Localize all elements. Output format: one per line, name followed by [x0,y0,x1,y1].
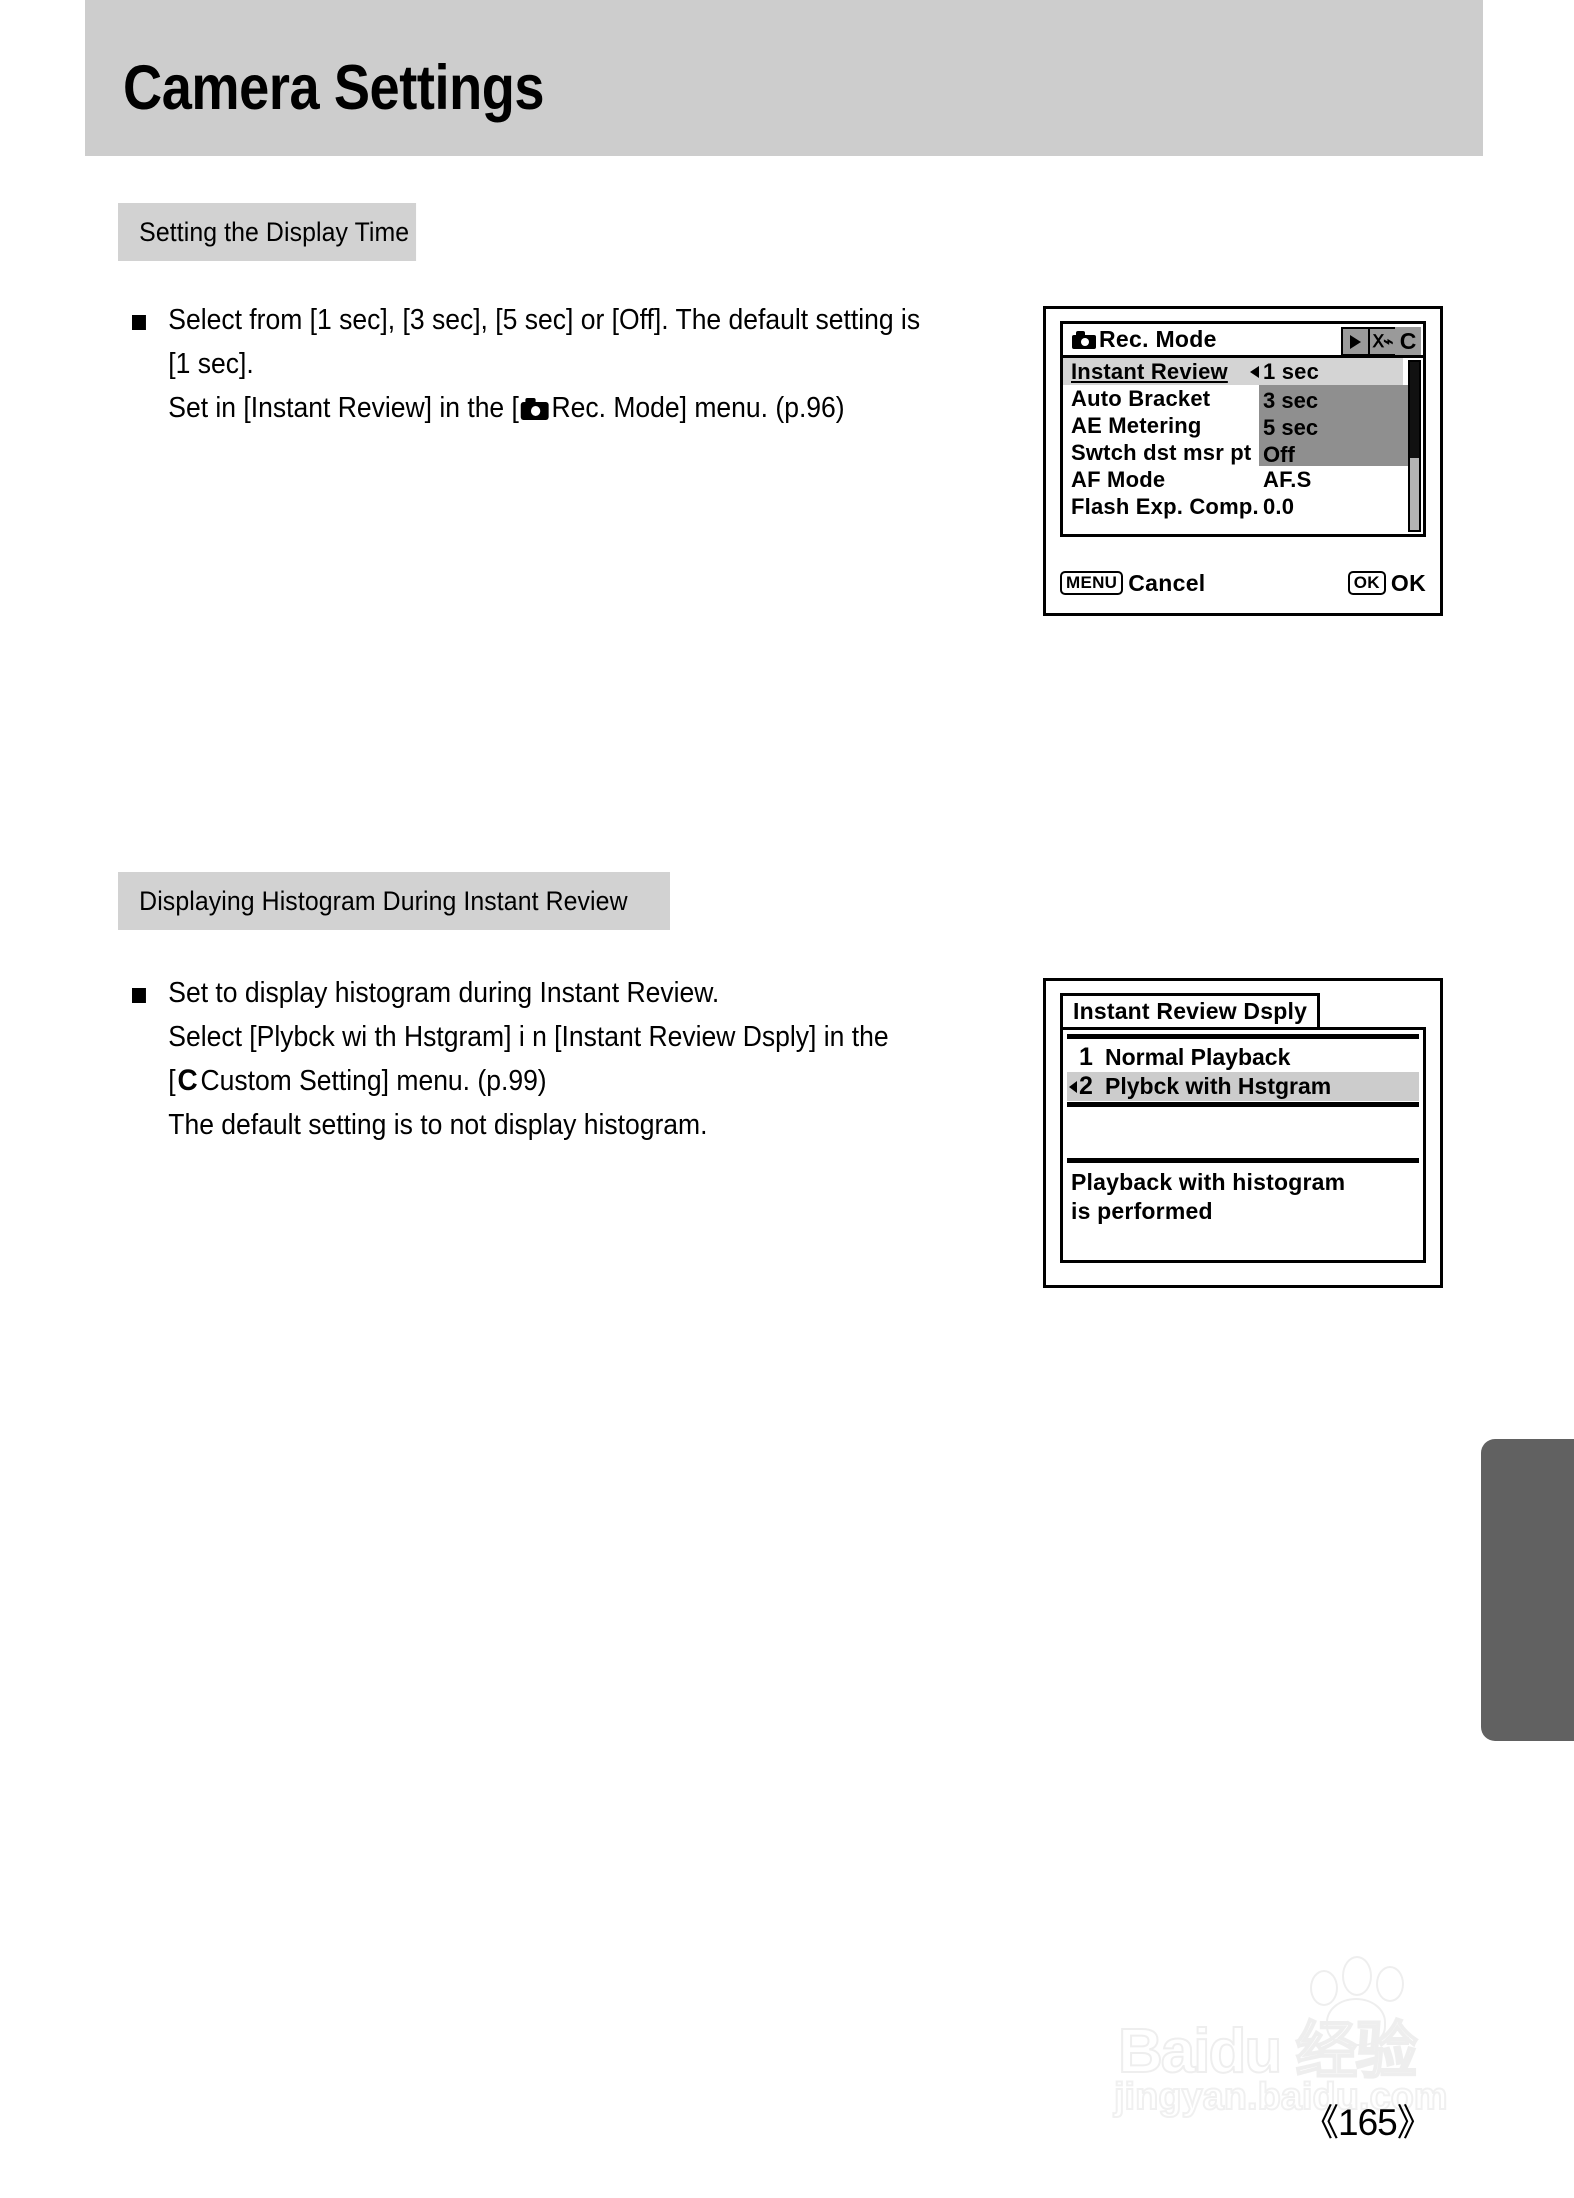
custom-setting-c-icon[interactable]: C [1395,327,1421,356]
menu-row-value: AF.S [1263,466,1312,492]
section-body-histogram: Set to display histogram during Instant … [132,971,889,1147]
body-text: Rec. Mode] menu. (p.96) [551,392,845,424]
section-heading-label: Displaying Histogram During Instant Revi… [139,885,628,916]
lcd-screenshot-instant-review-dsply: Instant Review Dsply 1 Normal Playback 2… [1043,978,1443,1288]
ok-key-icon[interactable]: OK [1347,571,1386,595]
ird-description-line: is performed [1071,1198,1213,1224]
body-line: [1 sec]. [132,342,920,386]
menu-row-instant-review[interactable]: Instant Review 1 sec [1063,358,1403,385]
section-heading-histogram: Displaying Histogram During Instant Revi… [118,872,670,930]
square-bullet-icon [132,988,146,1003]
body-text: Select from [1 sec], [3 sec], [5 sec] or… [168,304,921,336]
page-title: Camera Settings [123,53,545,123]
ird-option-plybck-with-hstgram[interactable]: 2 Plybck with Hstgram [1067,1072,1419,1101]
menu-row-label: Auto Bracket [1071,385,1211,411]
option-number: 1 [1079,1043,1093,1071]
body-text: The default setting is to not display hi… [168,1109,708,1141]
left-arrow-icon [1069,1080,1077,1093]
body-text: Set in [Instant Review] in the [ [168,392,519,424]
square-bullet-icon [132,315,146,330]
rec-mode-footer: MENU Cancel OK OK [1060,565,1426,601]
menu-row-value: 0.0 [1263,493,1295,519]
option-label: Plybck with Hstgram [1105,1073,1332,1099]
option-label: Normal Playback [1105,1044,1291,1070]
rec-mode-titlebar: Rec. Mode Ⅹ⌁ C [1060,321,1426,358]
scrollbar-thumb[interactable] [1410,362,1419,458]
body-text: [1 sec]. [168,348,254,380]
menu-row-label: Swtch dst msr pt [1071,439,1252,465]
ird-option-normal-playback[interactable]: 1 Normal Playback [1067,1043,1419,1072]
divider-above-description [1067,1158,1419,1163]
body-line: Set in [Instant Review] in the [ Rec. Mod… [132,386,920,430]
dropdown-option-off[interactable]: Off [1263,442,1295,468]
paw-print-icon [1298,1956,1408,2046]
body-line: Select from [1 sec], [3 sec], [5 sec] or… [132,298,920,342]
menu-row-value: 1 sec [1263,358,1320,384]
playback-icon[interactable] [1341,327,1370,356]
body-text: Set to display histogram during Instant … [168,977,720,1009]
menu-row-label: AE Metering [1071,412,1202,438]
rec-mode-title: Rec. Mode [1099,326,1217,352]
dropdown-option-3sec[interactable]: 3 sec [1263,388,1318,414]
body-text: Custom Setting] menu. (p.99) [200,1065,547,1097]
menu-row-af-mode[interactable]: AF Mode AF.S [1063,466,1403,493]
section-heading-display-time: Setting the Display Time [118,203,417,261]
ok-label: OK [1390,569,1426,596]
menu-scrollbar[interactable] [1408,360,1421,532]
body-line: The default setting is to not display hi… [132,1103,889,1147]
body-line: [CCustom Setting] menu. (p.99) [132,1059,889,1103]
ird-titlebar: Instant Review Dsply [1060,993,1320,1030]
page-edge-tab [1481,1439,1574,1741]
ird-title: Instant Review Dsply [1073,998,1308,1024]
menu-row-label: AF Mode [1071,466,1166,492]
ird-body: 1 Normal Playback 2 Plybck with Hstgram … [1060,1027,1426,1263]
body-text: Select [Plybck wi th Hstgram] i n [Insta… [168,1021,889,1053]
body-line: Set to display histogram during Instant … [132,971,889,1015]
rec-mode-list: Instant Review 1 sec Auto Bracket AE Met… [1060,355,1426,537]
body-text: [ [168,1065,176,1097]
watermark-logo: Baidu 经验 [1117,2016,1418,2087]
section-heading-label: Setting the Display Time [139,216,410,247]
divider-under-options [1067,1102,1419,1107]
menu-tab-strip: Ⅹ⌁ C [1341,327,1421,356]
cancel-label: Cancel [1128,569,1206,596]
left-arrow-icon [1250,365,1259,378]
menu-row-label: Flash Exp. Comp. [1071,493,1259,519]
camera-icon [1072,330,1096,349]
camera-icon [520,398,549,420]
ird-description-line: Playback with histogram [1071,1169,1346,1195]
menu-key-icon[interactable]: MENU [1060,571,1124,595]
page-number: 《165》 [1302,2102,1434,2143]
menu-row-flash-exp-comp[interactable]: Flash Exp. Comp. 0.0 [1063,493,1403,520]
menu-row-label: Instant Review [1071,358,1228,384]
wrench-icon[interactable]: Ⅹ⌁ [1368,327,1397,356]
section-body-display-time: Select from [1 sec], [3 sec], [5 sec] or… [132,298,920,430]
custom-setting-c-icon: C [177,1064,198,1097]
lcd-screenshot-rec-mode: Rec. Mode Ⅹ⌁ C Instant Review 1 sec Auto… [1043,306,1443,616]
body-line: Select [Plybck wi th Hstgram] i n [Insta… [132,1015,889,1059]
dropdown-option-5sec[interactable]: 5 sec [1263,415,1318,441]
divider-top [1067,1034,1419,1039]
